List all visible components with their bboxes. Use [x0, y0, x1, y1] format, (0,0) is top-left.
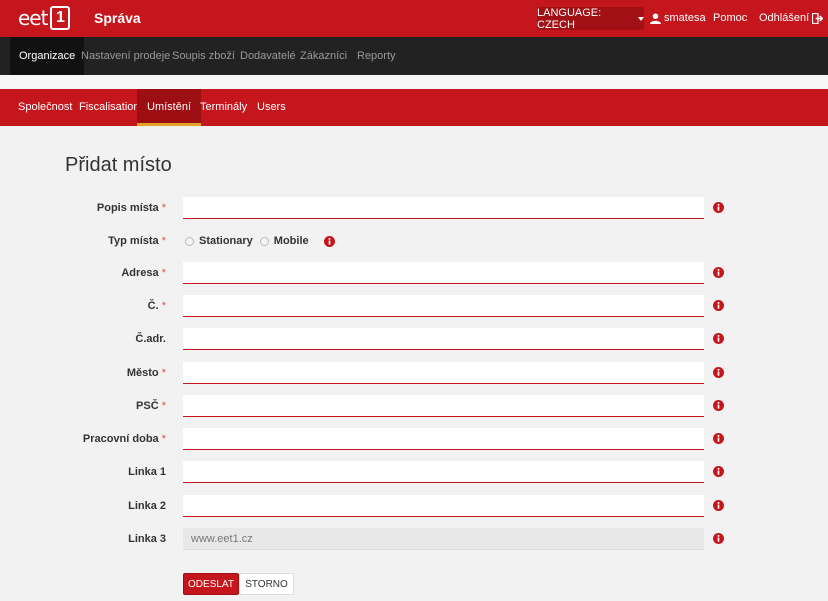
- user-icon: [650, 12, 661, 24]
- radio-stationary-label[interactable]: Stationary: [199, 235, 253, 247]
- main-nav: Organizace Nastavení prodeje Soupis zbož…: [0, 37, 828, 75]
- nav-dodavatele[interactable]: Dodavatelé: [240, 37, 296, 75]
- row-typ-mista: Typ místa * Stationary Mobile: [0, 230, 828, 252]
- linka-3-input: [183, 528, 704, 550]
- cadr-input[interactable]: [183, 328, 704, 350]
- label-cadr: Č.adr.: [135, 333, 166, 345]
- nav-organizace[interactable]: Organizace: [10, 37, 85, 75]
- logout-link[interactable]: Odhlášení: [759, 12, 824, 24]
- linka-2-input[interactable]: [183, 495, 704, 517]
- language-dropdown[interactable]: LANGUAGE: CZECH: [537, 6, 644, 31]
- pracovni-doba-input[interactable]: [183, 428, 704, 450]
- row-linka-1: Linka 1: [0, 461, 828, 483]
- row-pracovni-doba: Pracovní doba *: [0, 428, 828, 450]
- nav-zakaznici[interactable]: Zákazníci: [300, 37, 347, 75]
- info-circle-icon[interactable]: [713, 466, 724, 477]
- psc-input[interactable]: [183, 395, 704, 417]
- logo[interactable]: eet 1: [18, 5, 71, 31]
- row-cadr: Č.adr.: [0, 328, 828, 350]
- adresa-input[interactable]: [183, 262, 704, 284]
- info-circle-icon[interactable]: [713, 300, 724, 311]
- label-typ-mista: Typ místa *: [108, 235, 166, 247]
- typ-mista-radio-group: Stationary Mobile: [185, 230, 335, 252]
- row-popis-mista: Popis místa *: [0, 197, 828, 219]
- row-cislo: Č. *: [0, 295, 828, 317]
- user-menu[interactable]: smatesa: [650, 12, 706, 24]
- popis-mista-input[interactable]: [183, 197, 704, 219]
- row-adresa: Adresa *: [0, 262, 828, 284]
- radio-stationary[interactable]: [185, 236, 194, 246]
- linka-1-input[interactable]: [183, 461, 704, 483]
- label-linka-3: Linka 3: [128, 533, 166, 545]
- nav-soupis-zbozi[interactable]: Soupis zboží: [172, 37, 235, 75]
- radio-mobile-label[interactable]: Mobile: [274, 235, 309, 247]
- info-circle-icon[interactable]: [713, 202, 724, 213]
- label-popis-mista: Popis místa *: [96, 202, 166, 214]
- row-linka-2: Linka 2: [0, 495, 828, 517]
- row-linka-3: Linka 3: [0, 528, 828, 550]
- help-link[interactable]: Pomoc: [713, 12, 747, 24]
- username: smatesa: [664, 12, 706, 24]
- submit-button[interactable]: ODESLAT: [183, 573, 239, 595]
- chevron-down-icon: [638, 16, 644, 21]
- info-circle-icon[interactable]: [323, 235, 335, 247]
- cislo-input[interactable]: [183, 295, 704, 317]
- info-circle-icon[interactable]: [713, 333, 724, 344]
- mesto-input[interactable]: [183, 362, 704, 384]
- info-circle-icon[interactable]: [713, 500, 724, 511]
- logo-number: 1: [50, 6, 71, 30]
- label-pracovni-doba: Pracovní doba *: [82, 433, 166, 445]
- app-title: Správa: [94, 10, 141, 26]
- cancel-button[interactable]: STORNO: [239, 573, 294, 595]
- label-adresa: Adresa *: [121, 267, 166, 279]
- info-circle-icon[interactable]: [713, 367, 724, 378]
- subnav-users[interactable]: Users: [257, 89, 286, 126]
- logout-label: Odhlášení: [759, 12, 810, 24]
- label-mesto: Město *: [126, 367, 166, 379]
- label-cislo: Č. *: [147, 300, 166, 312]
- subnav-spolecnost[interactable]: Společnost: [18, 89, 72, 126]
- subnav-terminaly[interactable]: Terminály: [200, 89, 247, 126]
- radio-mobile[interactable]: [259, 236, 269, 246]
- info-circle-icon[interactable]: [713, 400, 724, 411]
- row-psc: PSČ *: [0, 395, 828, 417]
- logo-text: eet: [18, 6, 48, 30]
- top-bar: eet 1 Správa LANGUAGE: CZECH smatesa Pom…: [0, 0, 828, 37]
- subnav-umisteni[interactable]: Umístění: [137, 89, 202, 126]
- language-label: LANGUAGE: CZECH: [537, 6, 602, 31]
- label-linka-2: Linka 2: [128, 500, 166, 512]
- info-circle-icon[interactable]: [713, 267, 724, 278]
- label-psc: PSČ *: [136, 400, 166, 412]
- sub-nav: Společnost Fiscalisation Umístění Termin…: [0, 89, 828, 126]
- page-title: Přidat místo: [65, 154, 172, 176]
- info-circle-icon[interactable]: [713, 533, 724, 544]
- nav-nastaveni-prodeje[interactable]: Nastavení prodeje: [81, 37, 170, 75]
- row-mesto: Město *: [0, 362, 828, 384]
- logout-icon: [812, 12, 824, 24]
- nav-separator: [0, 75, 828, 89]
- nav-reporty[interactable]: Reporty: [357, 37, 396, 75]
- subnav-fiscalisation[interactable]: Fiscalisation: [79, 89, 140, 126]
- label-linka-1: Linka 1: [128, 466, 166, 478]
- info-circle-icon[interactable]: [713, 433, 724, 444]
